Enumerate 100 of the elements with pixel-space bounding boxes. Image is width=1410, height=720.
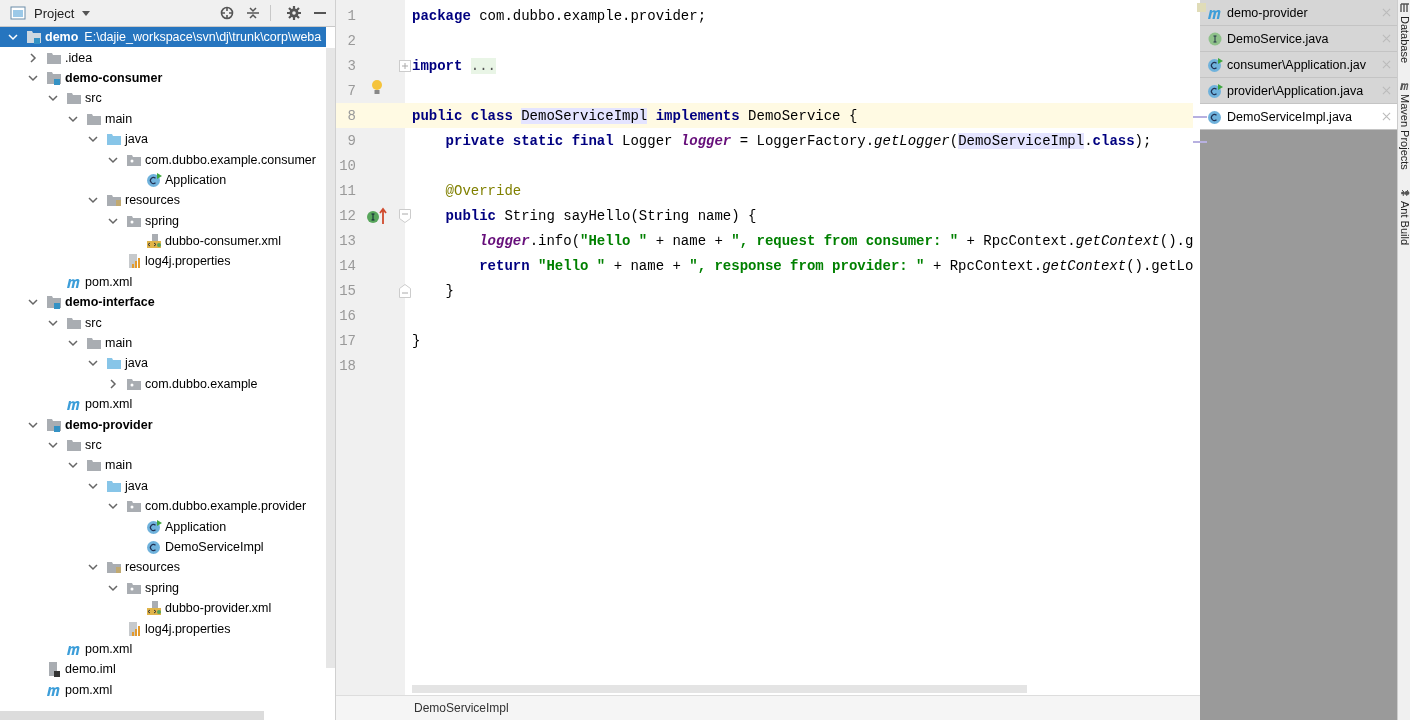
tree-item[interactable]: src xyxy=(0,88,326,109)
chevron-down-icon[interactable] xyxy=(8,32,18,43)
chevron-down-icon[interactable] xyxy=(28,297,38,308)
lightbulb-icon[interactable] xyxy=(370,78,383,95)
tree-item[interactable]: main xyxy=(0,332,326,354)
tree-item[interactable]: demo-provider xyxy=(0,414,326,435)
tree-item[interactable]: dubbo-consumer.xml xyxy=(0,230,326,252)
chevron-down-icon[interactable] xyxy=(48,440,58,450)
tree-item-label: demo-interface xyxy=(65,295,155,310)
chevron-down-icon[interactable] xyxy=(88,134,98,145)
chevron-right-icon[interactable] xyxy=(28,52,38,63)
line-number: 9 xyxy=(346,132,356,149)
tree-item[interactable]: com.dubbo.example xyxy=(0,373,326,395)
recent-file-item[interactable]: provider\Application.java xyxy=(1200,78,1397,104)
line-number: 17 xyxy=(338,332,356,349)
chevron-down-icon[interactable] xyxy=(48,317,58,328)
chevron-down-icon[interactable] xyxy=(108,154,118,165)
chevron-down-icon[interactable] xyxy=(68,338,78,349)
folder-icon xyxy=(66,90,82,107)
tree-item[interactable]: demo-interface xyxy=(0,292,326,313)
tree-item-label: dubbo-consumer.xml xyxy=(165,234,282,249)
tree-item[interactable]: pom.xml xyxy=(0,679,326,700)
code-line: } xyxy=(444,282,454,299)
scrollbar[interactable] xyxy=(0,711,264,720)
tree-item[interactable]: pom.xml xyxy=(0,638,326,660)
chevron-down-icon[interactable] xyxy=(68,460,78,471)
scrollbar[interactable] xyxy=(326,48,335,668)
tree-item-label: src xyxy=(85,315,102,330)
tree-item[interactable]: log4j.properties xyxy=(0,251,326,272)
tree-item[interactable]: java xyxy=(0,128,326,150)
tool-window-tab[interactable]: Maven Projects xyxy=(1398,81,1410,170)
package-folder-icon xyxy=(126,498,142,515)
chevron-down-icon[interactable] xyxy=(108,582,118,593)
tree-item[interactable]: com.dubbo.example.provider xyxy=(0,496,326,517)
chevron-down-icon[interactable] xyxy=(88,195,98,206)
tree-item[interactable]: java xyxy=(0,475,326,496)
tree-item[interactable]: main xyxy=(0,108,326,129)
tree-item[interactable]: DemoServiceImpl xyxy=(0,536,326,558)
tree-item[interactable]: main xyxy=(0,455,326,476)
chevron-right-icon[interactable] xyxy=(108,378,118,389)
tree-item[interactable]: pom.xml xyxy=(0,271,326,293)
panel-title-dropdown[interactable]: Project xyxy=(32,5,93,21)
tree-item[interactable]: resources xyxy=(0,557,326,578)
chevron-down-icon[interactable] xyxy=(28,419,38,430)
tree-item[interactable]: Application xyxy=(0,516,326,537)
tree-item-label: spring xyxy=(145,580,180,595)
tree-item-label: pom.xml xyxy=(85,397,133,412)
settings-icon[interactable] xyxy=(287,6,301,20)
chevron-down-icon[interactable] xyxy=(88,358,98,369)
tool-window-tab[interactable]: Database xyxy=(1398,3,1410,64)
chevron-down-icon[interactable] xyxy=(28,72,38,83)
maven-icon xyxy=(1399,81,1410,92)
implements-icon[interactable] xyxy=(365,206,388,225)
recent-file-item[interactable]: DemoService.java xyxy=(1200,26,1397,52)
tree-item[interactable]: com.dubbo.example.consumer xyxy=(0,149,326,170)
tree-item[interactable]: java xyxy=(0,353,326,374)
tree-item-label: spring xyxy=(145,213,180,228)
file-name: demo-provider xyxy=(1227,5,1309,20)
line-number: 15 xyxy=(338,282,356,299)
tree-item[interactable]: demo.iml xyxy=(0,659,326,680)
ant-icon xyxy=(1399,187,1410,198)
tree-item[interactable]: demo-consumer xyxy=(0,67,326,89)
recent-file-item[interactable]: demo-provider xyxy=(1200,0,1397,26)
tree-item[interactable]: resources xyxy=(0,190,326,211)
chevron-down-icon[interactable] xyxy=(88,480,98,491)
chevron-down-icon[interactable] xyxy=(108,215,118,226)
tree-item[interactable]: src xyxy=(0,312,326,333)
tree-item[interactable]: spring xyxy=(0,577,326,598)
tree-item-label: demo-consumer xyxy=(65,70,163,85)
chevron-down-icon[interactable] xyxy=(68,113,78,124)
file-name: consumer\Application.jav xyxy=(1227,57,1367,72)
recent-file-item[interactable]: consumer\Application.jav xyxy=(1200,52,1397,78)
tree-item[interactable]: spring xyxy=(0,210,326,231)
file-name: DemoServiceImpl.java xyxy=(1227,109,1354,124)
scrollbar[interactable] xyxy=(412,685,1027,693)
chevron-down-icon[interactable] xyxy=(88,562,98,573)
tree-item[interactable]: demo E:\dajie_workspace\svn\dj\trunk\corp\weba xyxy=(0,27,326,48)
line-number: 7 xyxy=(346,82,356,99)
recent-file-item[interactable]: DemoServiceImpl.java xyxy=(1200,104,1397,130)
chevron-down-icon[interactable] xyxy=(108,501,118,512)
tool-window-tab[interactable]: Ant Build xyxy=(1398,187,1410,245)
tree-item[interactable]: Application xyxy=(0,169,326,191)
xml-file-icon xyxy=(146,600,162,617)
tree-item[interactable]: log4j.properties xyxy=(0,618,326,639)
tree-item-label: pom.xml xyxy=(85,274,133,289)
tree-item-label: main xyxy=(105,336,133,351)
class-icon xyxy=(1207,56,1223,73)
line-number: 3 xyxy=(346,57,356,74)
breadcrumb[interactable]: DemoServiceImpl xyxy=(414,701,509,715)
tree-item[interactable]: src xyxy=(0,434,326,456)
tree-item[interactable]: pom.xml xyxy=(0,394,326,415)
collapse-icon[interactable] xyxy=(246,6,260,20)
tree-item[interactable]: dubbo-provider.xml xyxy=(0,597,326,619)
properties-file-icon xyxy=(126,620,142,637)
class-icon xyxy=(146,518,162,535)
tree-item[interactable]: .idea xyxy=(0,47,326,68)
tree-item-label: pom.xml xyxy=(85,641,133,656)
locate-icon[interactable] xyxy=(220,6,234,20)
class-icon xyxy=(1207,108,1223,125)
chevron-down-icon[interactable] xyxy=(48,93,58,104)
